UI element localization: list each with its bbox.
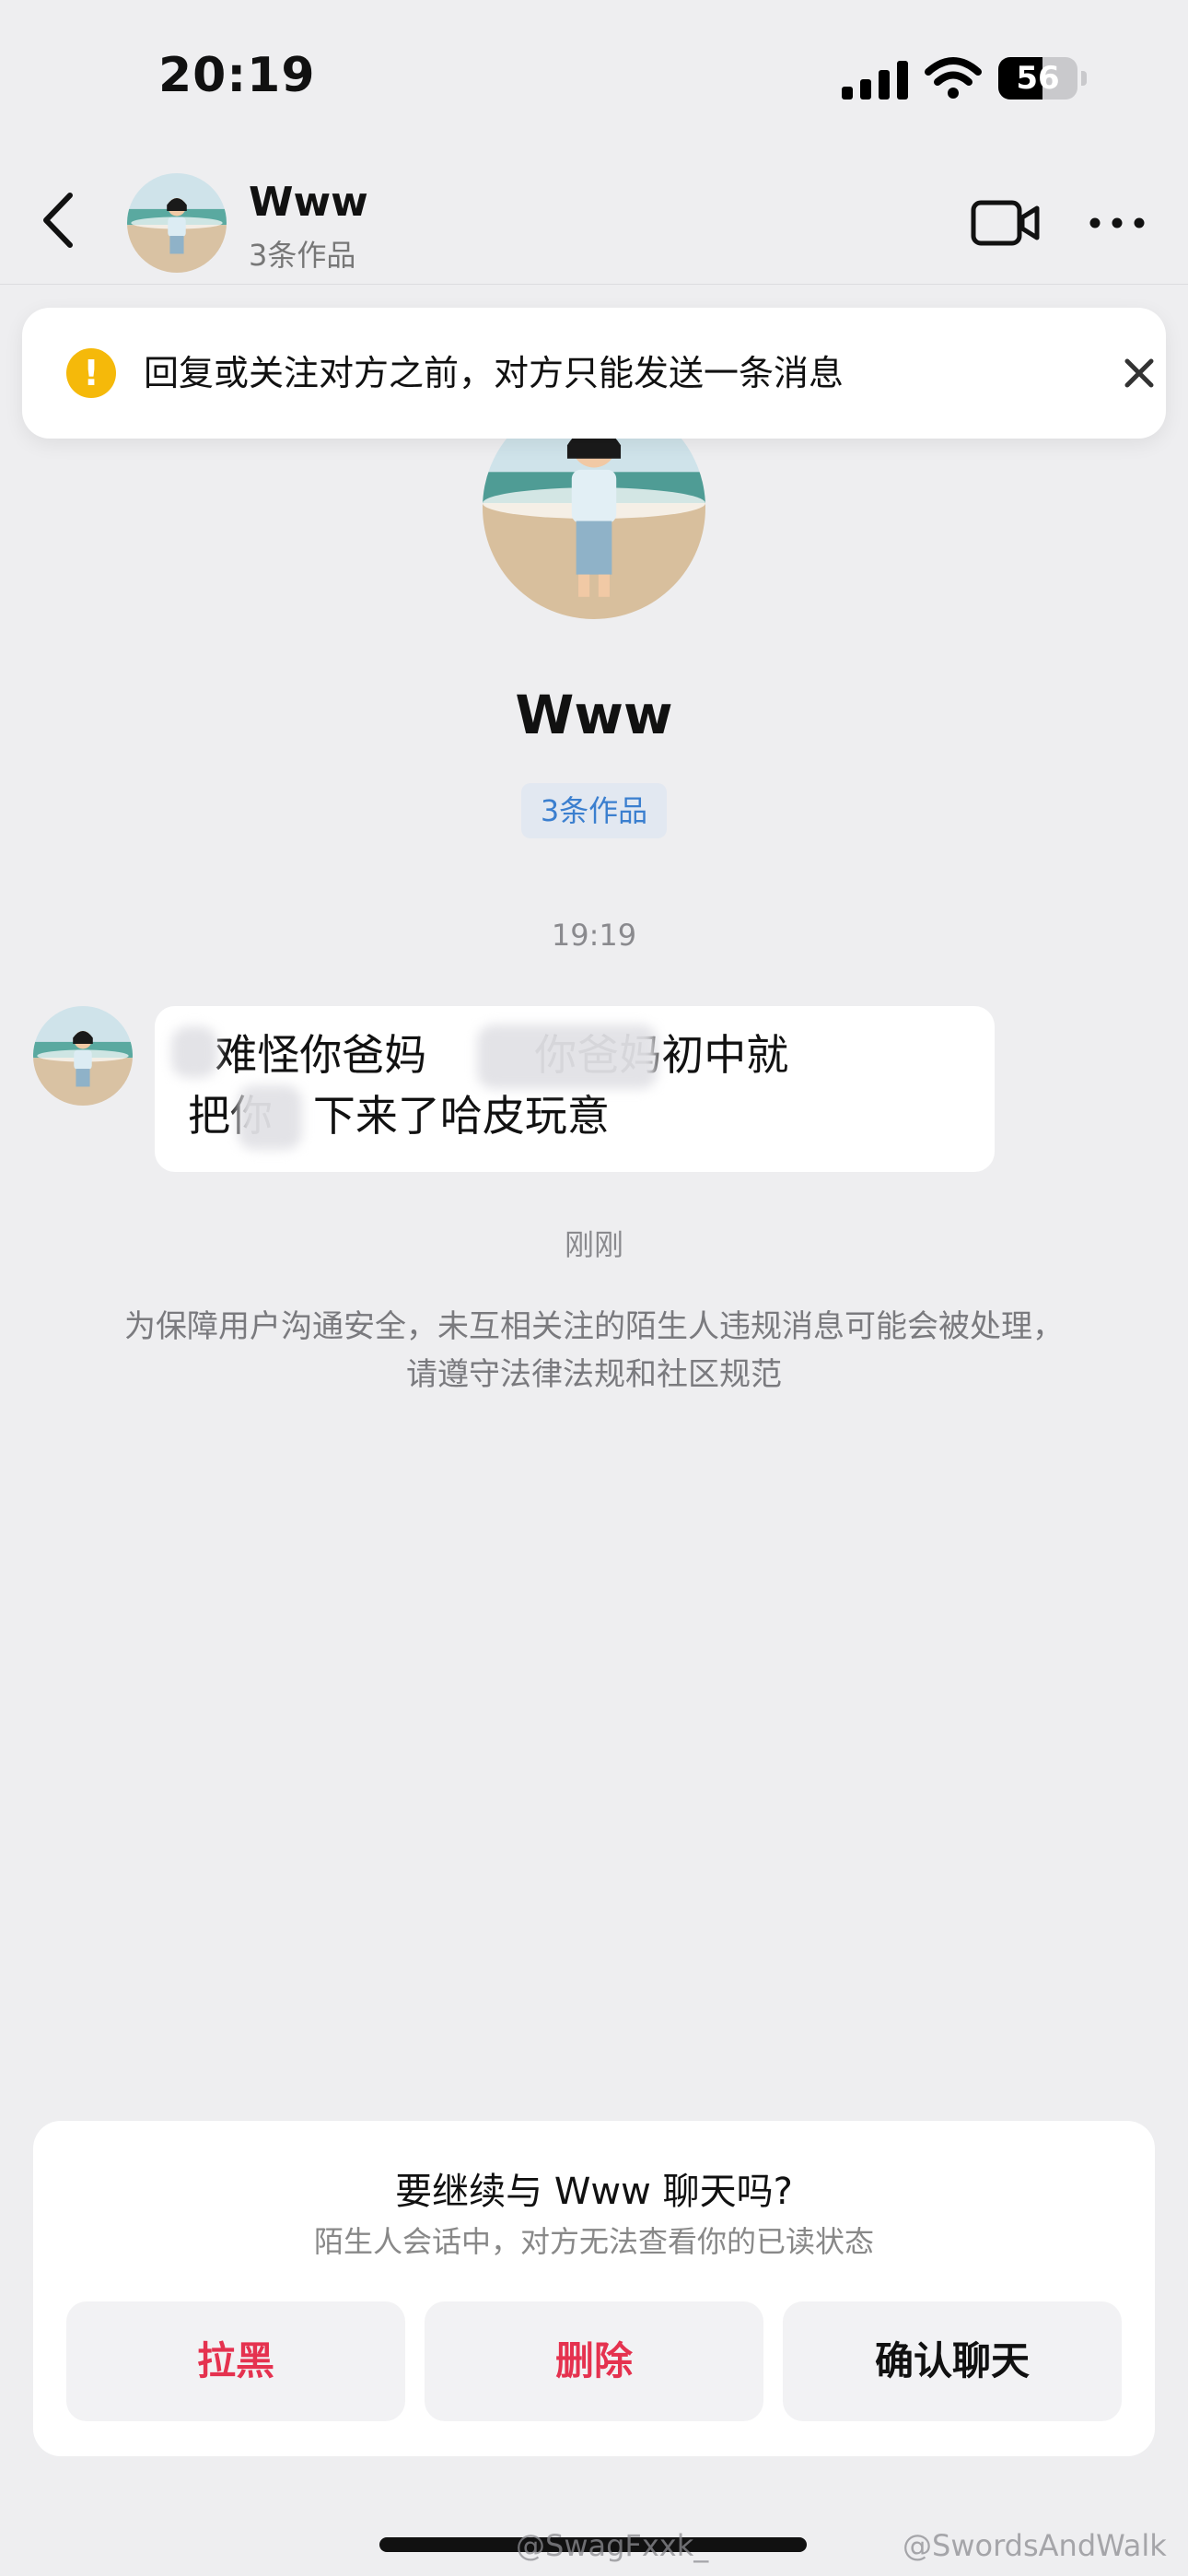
watermark-right: @SwordsAndWalk [903,2528,1167,2563]
delete-button[interactable]: 删除 [425,2301,763,2421]
safety-notice: 为保障用户沟通安全，未互相关注的陌生人违规消息可能会被处理，请遵守法律法规和社区… [124,1308,1064,1393]
header-works-count: 3条作品 [249,238,356,273]
message-bubble[interactable]: 难怪你爸妈 你爸妈初中就 把你 下来了哈皮玩意 [155,1006,995,1172]
continue-chat-card: 要继续与 Www 聊天吗? 陌生人会话中，对方无法查看你的已读状态 拉黑 删除 … [33,2121,1155,2456]
more-icon[interactable] [1087,203,1147,243]
profile-name: Www [515,684,673,746]
sender-avatar[interactable] [33,1006,133,1106]
confirm-chat-button[interactable]: 确认聊天 [783,2301,1122,2421]
message-timestamp: 19:19 [551,918,637,953]
recent-timestamp: 刚刚 [564,1227,623,1262]
header-name[interactable]: Www [249,179,368,226]
avatar[interactable] [127,173,227,273]
notice-text: 回复或关注对方之前，对方只能发送一条消息 [144,353,844,393]
card-title: 要继续与 Www 聊天吗? [395,2171,793,2213]
chat-header: Www 3条作品 [0,157,1188,285]
status-time: 20:19 [158,48,316,103]
close-icon[interactable] [1114,348,1164,398]
battery-icon: 56 [998,57,1087,100]
status-bar: 20:19 56 [0,0,1188,157]
redaction-blur [238,1085,302,1150]
battery-percent: 56 [1016,60,1060,97]
works-count-link[interactable]: 3条作品 [521,783,667,838]
signal-icon [842,61,908,100]
warning-icon: ! [66,348,116,398]
video-icon[interactable] [971,199,1041,247]
watermark-left: @SwagFxxk_ [516,2528,709,2563]
follow-notice-banner: ! 回复或关注对方之前，对方只能发送一条消息 [22,308,1166,439]
redaction-blur [477,1025,658,1089]
block-button[interactable]: 拉黑 [66,2301,405,2421]
message-line-2: 把你 下来了哈皮玩意 [188,1091,610,1141]
back-icon[interactable] [33,190,85,251]
redaction-blur [171,1026,217,1078]
card-subtitle: 陌生人会话中，对方无法查看你的已读状态 [313,2224,874,2259]
wifi-icon [925,57,982,99]
